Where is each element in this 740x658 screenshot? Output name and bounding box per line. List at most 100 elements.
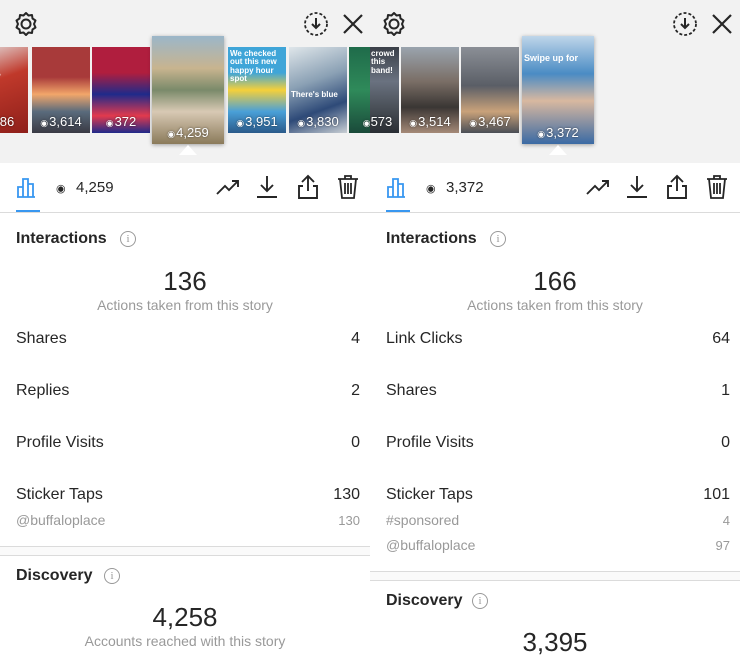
story-thumbnail[interactable]: crowd this band! ◉573: [370, 47, 399, 133]
eye-icon: ◉: [105, 118, 114, 128]
sticker-sub-value: 4: [722, 513, 730, 528]
eye-icon: ◉: [362, 118, 370, 128]
view-count: ◉372: [105, 114, 137, 129]
download-icon[interactable]: [253, 173, 281, 201]
share-icon[interactable]: [663, 173, 691, 201]
sticker-sub-label: #sponsored: [386, 512, 460, 528]
thumbnail-caption: There's blue: [291, 90, 338, 99]
trend-icon[interactable]: [584, 173, 612, 201]
selected-caret: [179, 145, 197, 155]
metric-label-replies: Replies: [16, 382, 70, 399]
view-count: ◉573: [349, 114, 370, 129]
metric-label-shares: Shares: [16, 330, 67, 347]
eye-icon: ◉: [40, 118, 49, 128]
story-thumbnail[interactable]: There's blue ◉3,830: [289, 47, 347, 133]
trash-icon[interactable]: [334, 173, 362, 201]
interactions-total: 136: [163, 266, 207, 296]
view-count: ◉573: [370, 114, 393, 129]
story-insights-panel-right: crowd this band! ◉573 ◉3,514 ◉3,467 Swipe…: [370, 0, 740, 658]
view-count: ◉3,951: [236, 114, 278, 129]
view-count: ◉3,372: [537, 125, 579, 140]
view-count: ◉3,514: [409, 114, 451, 129]
interactions-subtitle: Actions taken from this story: [467, 297, 643, 313]
view-count: ◉3,830: [297, 114, 339, 129]
metric-value-sticker-taps: 130: [333, 486, 360, 503]
interactions-title: Interactions: [386, 230, 477, 247]
metric-value-profile-visits: 0: [721, 434, 730, 451]
bar-chart-icon[interactable]: [384, 173, 412, 201]
story-thumbnail[interactable]: ◉3,514: [401, 47, 459, 133]
settings-gear-icon[interactable]: [13, 11, 39, 37]
metric-value-sticker-taps: 101: [703, 486, 730, 503]
active-tab-indicator: [386, 210, 410, 212]
sticker-sub-label: @buffaloplace: [16, 512, 106, 528]
info-icon[interactable]: i: [104, 568, 120, 584]
view-count: ◉386: [0, 114, 15, 129]
metric-label-sticker-taps: Sticker Taps: [16, 486, 103, 503]
discovery-title: Discovery: [16, 567, 93, 584]
story-thumbnail[interactable]: ◉3,467: [461, 47, 519, 133]
views-count: 3,372: [446, 179, 484, 196]
story-thumbnail-selected[interactable]: Swipe up for ◉3,372: [522, 36, 594, 144]
story-thumbnail-selected[interactable]: ◉4,259: [152, 36, 224, 144]
trash-icon[interactable]: [703, 173, 731, 201]
close-icon[interactable]: [340, 11, 366, 37]
view-count: ◉3,467: [469, 114, 511, 129]
bar-chart-icon[interactable]: [14, 173, 42, 201]
story-insights-panel-left: MORE?◉386 ◉3,614 ◉372 ◉4,259 We checked …: [0, 0, 370, 658]
discovery-title: Discovery: [386, 592, 463, 609]
thumbnail-caption: MORE?: [0, 72, 26, 81]
metric-label-shares: Shares: [386, 382, 437, 399]
close-icon[interactable]: [709, 11, 735, 37]
metric-value-shares: 4: [351, 330, 360, 347]
download-circle-icon[interactable]: [303, 11, 329, 37]
active-tab-indicator: [16, 210, 40, 212]
view-count: ◉4,259: [167, 125, 209, 140]
info-icon[interactable]: i: [120, 231, 136, 247]
eye-icon: ◉: [537, 129, 546, 139]
story-strip: crowd this band! ◉573 ◉3,514 ◉3,467 Swipe…: [370, 0, 740, 163]
story-thumbnail[interactable]: ◉3,614: [32, 47, 90, 133]
metric-label-profile-visits: Profile Visits: [16, 434, 104, 451]
interactions-subtitle: Actions taken from this story: [97, 297, 273, 313]
story-thumbnail[interactable]: MORE? ◉386: [0, 47, 28, 133]
selected-caret: [549, 145, 567, 155]
story-thumbnail[interactable]: We checked out this new happy hour spot ◉…: [228, 47, 286, 133]
share-icon[interactable]: [294, 173, 322, 201]
discovery-total: 3,395: [522, 627, 588, 657]
discovery-subtitle: Accounts reached with this story: [84, 633, 286, 649]
eye-icon: ◉: [426, 183, 436, 195]
sticker-sub-value: 97: [715, 538, 730, 553]
eye-icon: ◉: [236, 118, 245, 128]
metric-value-profile-visits: 0: [351, 434, 360, 451]
interactions-title: Interactions: [16, 230, 107, 247]
download-circle-icon[interactable]: [672, 11, 698, 37]
thumbnail-caption: We checked out this new happy hour spot: [230, 49, 277, 84]
metric-label-profile-visits: Profile Visits: [386, 434, 474, 451]
settings-gear-icon[interactable]: [381, 11, 407, 37]
trend-icon[interactable]: [214, 173, 242, 201]
sticker-sub-label: @buffaloplace: [386, 537, 476, 553]
metric-label-link-clicks: Link Clicks: [386, 330, 463, 347]
insights-toolbar: ◉ 4,259: [0, 163, 370, 213]
eye-icon: ◉: [297, 118, 306, 128]
view-count: ◉3,614: [40, 114, 82, 129]
info-icon[interactable]: i: [472, 593, 488, 609]
eye-icon: ◉: [56, 183, 66, 195]
metric-label-sticker-taps: Sticker Taps: [386, 486, 473, 503]
eye-icon: ◉: [469, 118, 478, 128]
views-count: 4,259: [76, 179, 114, 196]
sticker-sub-value: 130: [338, 513, 360, 528]
metric-value-replies: 2: [351, 382, 360, 399]
info-icon[interactable]: i: [490, 231, 506, 247]
eye-icon: ◉: [409, 118, 418, 128]
metric-value-shares: 1: [721, 382, 730, 399]
interactions-total: 166: [533, 266, 577, 296]
thumbnail-caption: Swipe up for: [524, 53, 578, 63]
story-strip: MORE? ◉386 ◉3,614 ◉372 ◉4,259 We checked …: [0, 0, 370, 163]
story-thumbnail[interactable]: ◉372: [92, 47, 150, 133]
story-thumbnail[interactable]: ◉573: [349, 47, 370, 133]
thumbnail-caption: crowd this band!: [371, 49, 395, 75]
section-divider: [370, 571, 740, 581]
download-icon[interactable]: [623, 173, 651, 201]
